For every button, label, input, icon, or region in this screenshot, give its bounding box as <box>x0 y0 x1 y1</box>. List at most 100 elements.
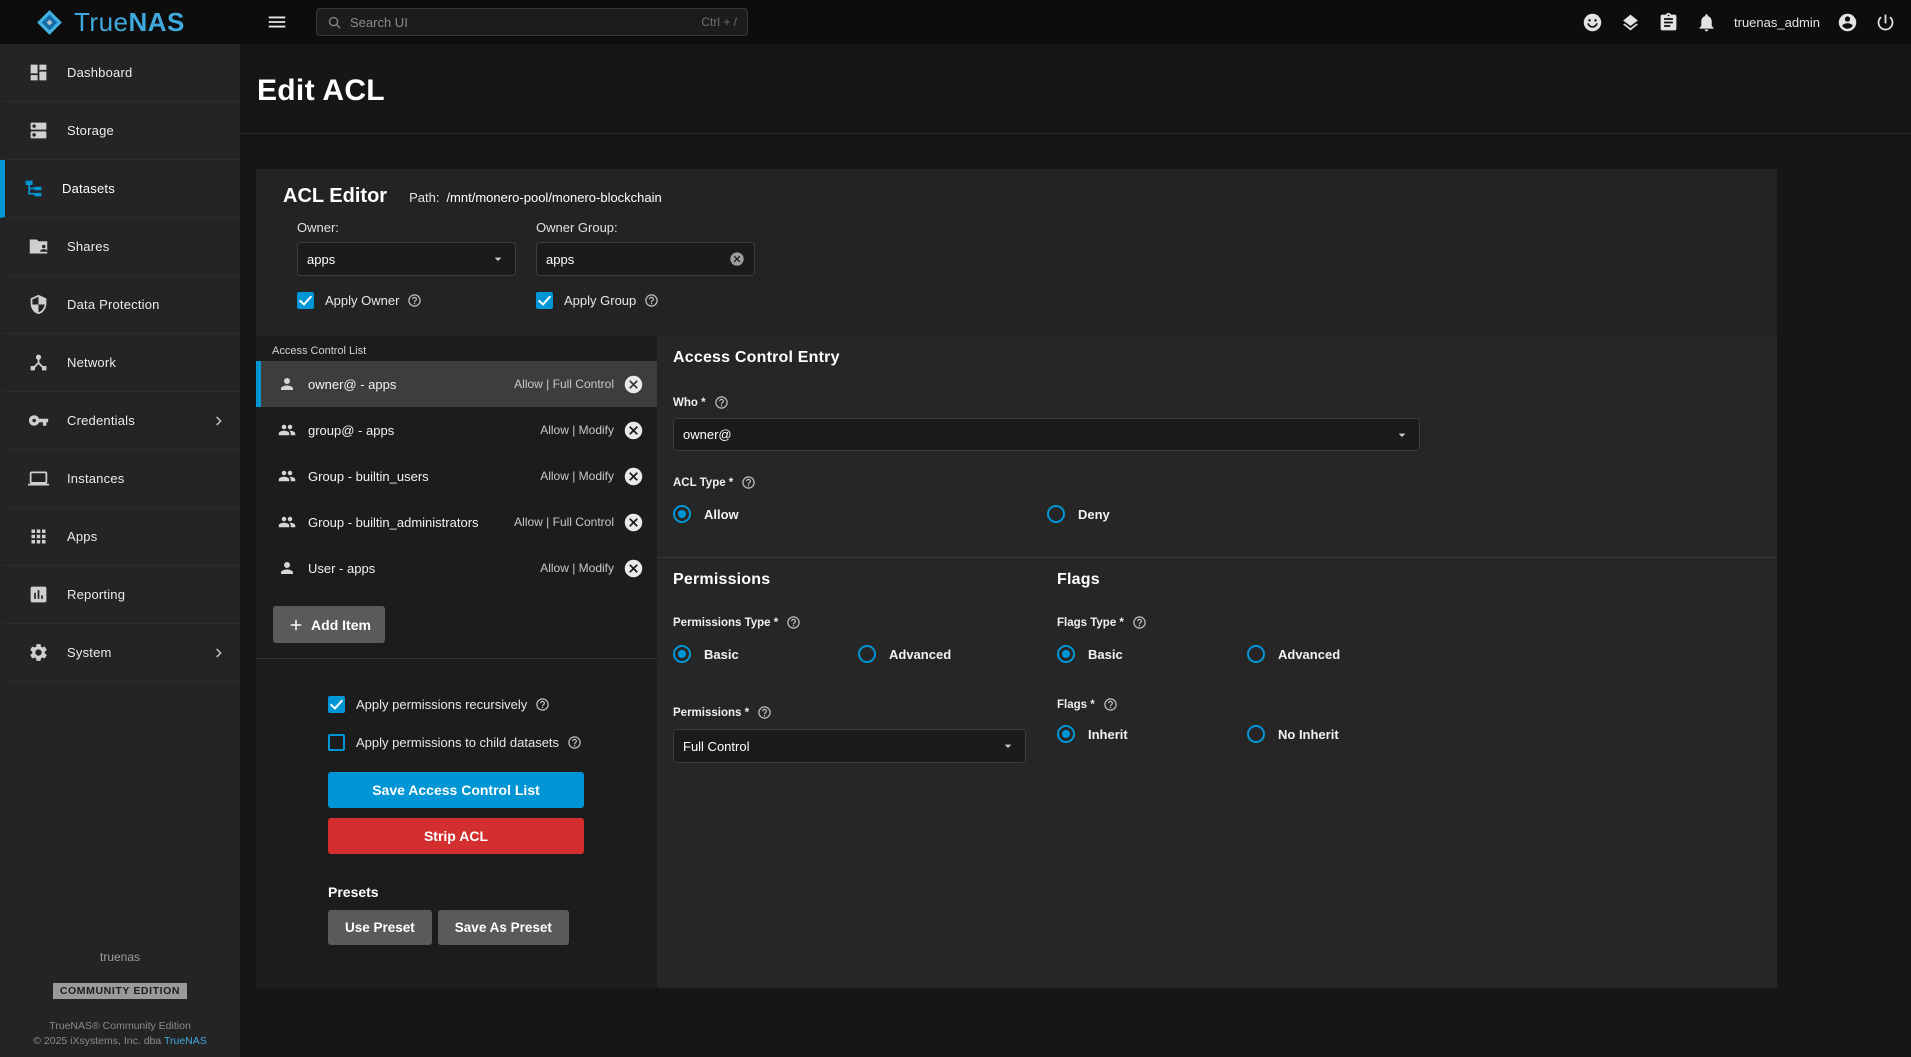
search-input[interactable]: Search UI Ctrl + / <box>316 8 748 36</box>
acl-entry-name: Group - builtin_users <box>308 469 429 484</box>
acl-entry-name: owner@ - apps <box>308 377 396 392</box>
basic-label: Basic <box>704 647 739 662</box>
clear-icon[interactable] <box>729 251 745 267</box>
sidebar-item-datasets[interactable]: Datasets <box>0 160 240 218</box>
flags-no-inherit-option[interactable]: No Inherit <box>1247 725 1339 743</box>
use-preset-button[interactable]: Use Preset <box>328 910 432 945</box>
truenas-link[interactable]: TrueNAS <box>164 1035 207 1047</box>
username[interactable]: truenas_admin <box>1734 15 1820 30</box>
path-label: Path: <box>409 190 439 205</box>
flags-type-label: Flags Type * <box>1057 617 1124 629</box>
apply-group-checkbox[interactable] <box>536 292 553 309</box>
sidebar-item-credentials[interactable]: Credentials <box>0 392 240 450</box>
truenas-logo[interactable]: TrueNAS <box>0 7 240 38</box>
acl-type-radio-group: Allow Deny <box>673 505 1761 523</box>
caret-down-icon <box>1000 738 1016 754</box>
permissions-type-label: Permissions Type * <box>673 617 778 629</box>
help-icon[interactable] <box>741 475 756 490</box>
help-icon[interactable] <box>644 293 659 308</box>
help-icon[interactable] <box>714 395 729 410</box>
sidebar-item-system[interactable]: System <box>0 624 240 682</box>
no-inherit-radio[interactable] <box>1247 725 1265 743</box>
flags-label: Flags * <box>1057 699 1095 711</box>
sidebar-item-storage[interactable]: Storage <box>0 102 240 160</box>
sidebar-item-dashboard[interactable]: Dashboard <box>0 44 240 102</box>
clipboard-icon[interactable] <box>1658 12 1679 33</box>
help-icon[interactable] <box>757 705 772 720</box>
apply-recursively-checkbox[interactable] <box>328 696 345 713</box>
remove-entry-icon[interactable] <box>623 558 644 579</box>
owner-select[interactable]: apps <box>297 242 516 276</box>
advanced-radio[interactable] <box>858 645 876 663</box>
owner-group-input[interactable]: apps <box>536 242 755 276</box>
who-select[interactable]: owner@ <box>673 418 1420 451</box>
deny-radio[interactable] <box>1047 505 1065 523</box>
permissions-value: Full Control <box>683 739 1000 754</box>
acl-row[interactable]: Group - builtin_administrators Allow | F… <box>256 499 657 545</box>
remove-entry-icon[interactable] <box>623 420 644 441</box>
sidebar-item-label: Credentials <box>67 413 135 428</box>
apply-owner-checkbox[interactable] <box>297 292 314 309</box>
acl-type-deny-option[interactable]: Deny <box>1047 505 1761 523</box>
permissions-basic-option[interactable]: Basic <box>673 645 858 663</box>
bell-icon[interactable] <box>1696 12 1717 33</box>
help-icon[interactable] <box>1103 697 1118 712</box>
remove-entry-icon[interactable] <box>623 374 644 395</box>
help-icon[interactable] <box>535 697 550 712</box>
search-placeholder: Search UI <box>350 15 693 30</box>
flags-radio-group: Inherit No Inherit <box>1057 725 1761 743</box>
sidebar-item-data-protection[interactable]: Data Protection <box>0 276 240 334</box>
help-icon[interactable] <box>407 293 422 308</box>
sidebar-item-label: Apps <box>67 529 97 544</box>
hostname: truenas <box>0 950 240 964</box>
basic-radio[interactable] <box>1057 645 1075 663</box>
help-icon[interactable] <box>1132 615 1147 630</box>
save-as-preset-button[interactable]: Save As Preset <box>438 910 569 945</box>
remove-entry-icon[interactable] <box>623 512 644 533</box>
chevron-right-icon <box>210 413 226 429</box>
acl-type-allow-option[interactable]: Allow <box>673 505 1047 523</box>
help-icon[interactable] <box>567 735 582 750</box>
sidebar-item-shares[interactable]: Shares <box>0 218 240 276</box>
who-value: owner@ <box>683 427 1394 442</box>
inherit-radio[interactable] <box>1057 725 1075 743</box>
add-item-button[interactable]: Add Item <box>273 606 385 643</box>
acl-row[interactable]: Group - builtin_users Allow | Modify <box>256 453 657 499</box>
layers-icon[interactable] <box>1620 12 1641 33</box>
shield-icon <box>28 294 49 315</box>
acl-type-label: ACL Type * <box>673 477 733 489</box>
allow-radio[interactable] <box>673 505 691 523</box>
sidebar-item-instances[interactable]: Instances <box>0 450 240 508</box>
permissions-advanced-option[interactable]: Advanced <box>858 645 951 663</box>
menu-icon[interactable] <box>266 11 288 33</box>
sidebar-item-apps[interactable]: Apps <box>0 508 240 566</box>
caret-down-icon <box>1394 427 1410 443</box>
advanced-radio[interactable] <box>1247 645 1265 663</box>
flags-basic-option[interactable]: Basic <box>1057 645 1247 663</box>
apply-child-datasets-checkbox[interactable] <box>328 734 345 751</box>
sidebar-item-reporting[interactable]: Reporting <box>0 566 240 624</box>
apply-owner-label: Apply Owner <box>325 293 399 308</box>
flags-advanced-option[interactable]: Advanced <box>1247 645 1340 663</box>
ace-heading: Access Control Entry <box>673 349 1761 367</box>
allow-label: Allow <box>704 507 739 522</box>
strip-acl-button[interactable]: Strip ACL <box>328 818 584 854</box>
user-avatar-icon[interactable] <box>1837 12 1858 33</box>
permissions-select[interactable]: Full Control <box>673 729 1026 763</box>
basic-radio[interactable] <box>673 645 691 663</box>
acl-editor-header: ACL Editor Path: /mnt/monero-pool/monero… <box>256 169 1777 336</box>
acl-row[interactable]: owner@ - apps Allow | Full Control <box>256 361 657 407</box>
smiley-icon[interactable] <box>1582 12 1603 33</box>
remove-entry-icon[interactable] <box>623 466 644 487</box>
save-acl-button[interactable]: Save Access Control List <box>328 772 584 808</box>
sidebar: Dashboard Storage Datasets Shares Data P… <box>0 44 240 1057</box>
flags-inherit-option[interactable]: Inherit <box>1057 725 1247 743</box>
acl-row[interactable]: group@ - apps Allow | Modify <box>256 407 657 453</box>
acl-row[interactable]: User - apps Allow | Modify <box>256 545 657 591</box>
acl-editor-body: Access Control List owner@ - apps Allow … <box>256 336 1777 988</box>
power-icon[interactable] <box>1875 12 1896 33</box>
help-icon[interactable] <box>786 615 801 630</box>
apply-group-option: Apply Group <box>536 292 775 309</box>
sidebar-item-network[interactable]: Network <box>0 334 240 392</box>
datasets-icon <box>23 178 44 199</box>
